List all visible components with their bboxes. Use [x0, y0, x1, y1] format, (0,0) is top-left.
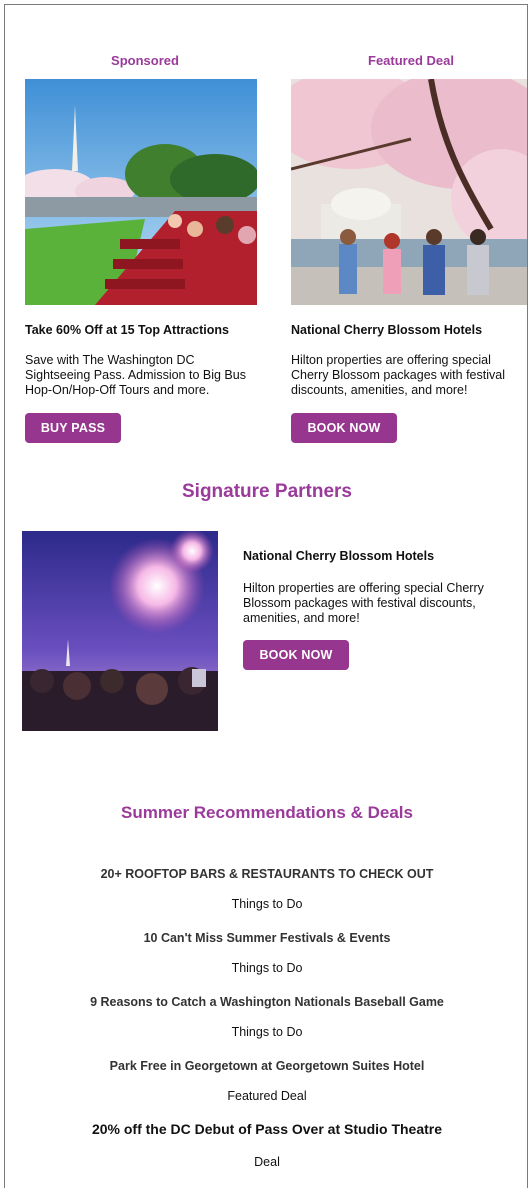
partner-description: Hilton properties are offering special C… [243, 581, 484, 625]
list-item-category: Featured Deal [227, 1089, 307, 1103]
list-item-headline[interactable]: Park Free in Georgetown at Georgetown Su… [5, 1059, 529, 1073]
list-item-category: Things to Do [231, 1025, 303, 1039]
email-frame: Sponsored Take 60% Off at 15 Top Attract… [4, 4, 528, 1188]
fireworks-photo[interactable] [22, 531, 218, 731]
list-item-headline[interactable]: 9 Reasons to Catch a Washington National… [5, 995, 529, 1009]
list-item-headline[interactable]: 20% off the DC Debut of Pass Over at Stu… [5, 1121, 529, 1137]
cherry-blossom-photo[interactable] [291, 79, 527, 305]
list-item-category: Deal [254, 1155, 280, 1169]
card-eyebrow: Sponsored [111, 53, 179, 68]
summer-recommendations-heading: Summer Recommendations & Deals [121, 803, 413, 822]
signature-partners-heading: Signature Partners [182, 481, 352, 502]
list-item-category: Things to Do [231, 961, 303, 975]
buy-pass-button[interactable]: BUY PASS [25, 413, 121, 443]
card-description: Hilton properties are offering special C… [291, 353, 505, 397]
card-eyebrow: Featured Deal [368, 53, 454, 68]
monument-bus-photo[interactable] [25, 79, 257, 305]
partner-name[interactable]: National Cherry Blossom Hotels [243, 549, 434, 563]
list-item-headline[interactable]: 20+ ROOFTOP BARS & RESTAURANTS TO CHECK … [5, 867, 529, 881]
partner-book-now-button[interactable]: BOOK NOW [243, 640, 349, 670]
card-title[interactable]: Take 60% Off at 15 Top Attractions [25, 323, 265, 337]
card-title[interactable]: National Cherry Blossom Hotels [291, 323, 531, 337]
list-item-headline[interactable]: 10 Can't Miss Summer Festivals & Events [5, 931, 529, 945]
list-item-category: Things to Do [231, 897, 303, 911]
card-description: Save with The Washington DC Sightseeing … [25, 353, 246, 397]
book-now-button[interactable]: BOOK NOW [291, 413, 397, 443]
